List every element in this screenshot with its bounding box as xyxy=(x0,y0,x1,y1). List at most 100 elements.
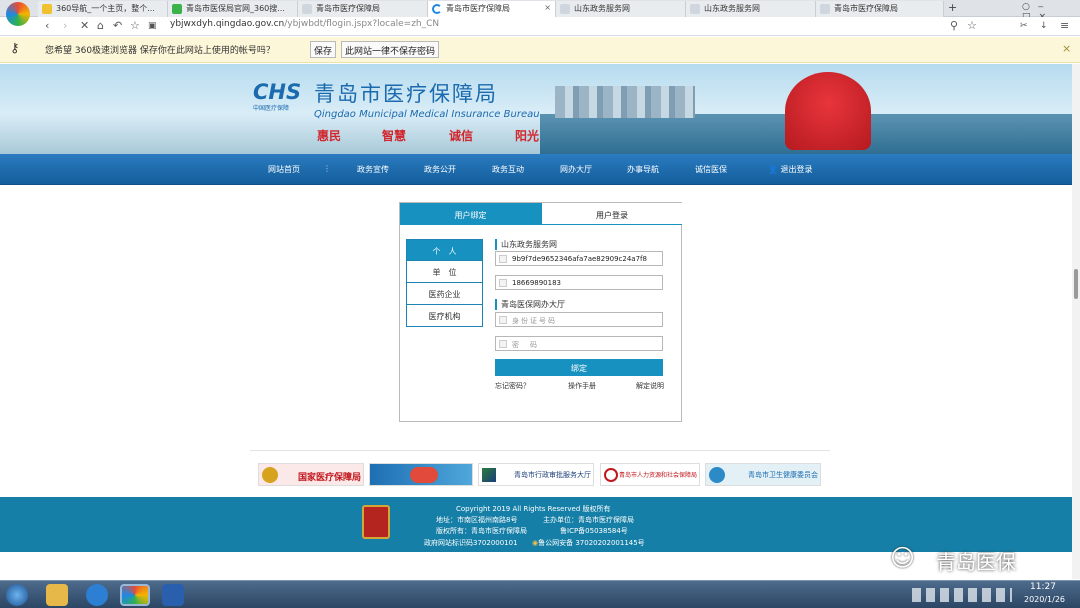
nav-publicity[interactable]: 政务宣传 xyxy=(357,164,389,175)
id-number-input[interactable]: 身份证号码 xyxy=(495,312,663,327)
word-icon[interactable] xyxy=(162,584,184,606)
start-button[interactable] xyxy=(6,584,28,606)
close-prompt-icon[interactable]: × xyxy=(1062,42,1071,55)
undo-icon[interactable]: ↶ xyxy=(113,19,122,32)
partner-banner-link[interactable] xyxy=(369,463,473,486)
tab-favicon-icon xyxy=(560,4,570,14)
logout-link[interactable]: 👤 退出登录 xyxy=(768,164,813,175)
health-logo-icon xyxy=(709,467,725,483)
partner-nhsa-link[interactable]: 国家医疗保障局 xyxy=(258,463,364,486)
nav-online-hall[interactable]: 网办大厅 xyxy=(560,164,592,175)
emblem-icon xyxy=(262,467,278,483)
account-field[interactable]: 9b9f7de9652346afa7ae82909c24a7f8 xyxy=(495,251,663,266)
browser-logo-icon[interactable] xyxy=(6,2,30,26)
tab-user-login[interactable]: 用户登录 xyxy=(541,203,682,225)
slogan-3: 诚信 xyxy=(449,129,474,143)
manual-link[interactable]: 操作手册 xyxy=(568,381,596,391)
id-card-icon xyxy=(499,316,507,324)
tab-shandong-2[interactable]: 山东政务服务网 xyxy=(686,1,816,17)
sogou-icon[interactable] xyxy=(86,584,108,606)
divider xyxy=(250,450,830,451)
chs-logo: CHS xyxy=(253,80,302,104)
url-input[interactable]: ybjwxdyh.qingdao.gov.cn/ybjwbdt/flogin.j… xyxy=(170,19,439,29)
city-skyline-image xyxy=(555,86,695,118)
close-tab-icon[interactable]: × xyxy=(544,3,551,12)
site-banner: CHS 中国医疗保障 青岛市医疗保障局 Qingdao Municipal Me… xyxy=(0,64,1080,154)
home-icon[interactable]: ⌂ xyxy=(97,19,104,32)
forgot-password-link[interactable]: 忘记密码？ xyxy=(495,381,530,391)
site-title-cn: 青岛市医疗保障局 xyxy=(314,82,498,106)
download-icon[interactable]: ↓ xyxy=(1040,21,1048,31)
phone-icon xyxy=(499,279,507,287)
page-scrollbar[interactable] xyxy=(1072,64,1080,579)
new-tab-button[interactable]: + xyxy=(948,1,957,14)
section-shandong: 山东政务服务网 xyxy=(495,239,557,250)
slogan-1: 惠民 xyxy=(317,129,342,143)
tab-favicon-icon xyxy=(302,4,312,14)
nav-interaction[interactable]: 政务互动 xyxy=(492,164,524,175)
user-icon xyxy=(499,255,507,263)
stop-icon[interactable]: ✕ xyxy=(80,19,89,32)
menu-icon[interactable]: ≡ xyxy=(1060,19,1069,32)
nav-home[interactable]: 网站首页 xyxy=(268,164,300,175)
partner-emblem-icon xyxy=(410,467,438,483)
favorite-icon[interactable]: ☆ xyxy=(967,19,977,32)
zoom-icon[interactable]: ⚲ xyxy=(950,19,958,32)
gov-badge-icon[interactable] xyxy=(362,505,390,539)
unbind-help-link[interactable]: 解定说明 xyxy=(636,381,664,391)
wechat-icon: ☺ xyxy=(890,544,916,572)
main-nav: 网站首页 ⋮ 政务宣传 政务公开 政务互动 网办大厅 办事导航 诚信医保 👤 退… xyxy=(0,154,1080,185)
bookmark-icon[interactable]: ☆ xyxy=(130,19,140,32)
user-type-menu: 个 人 单 位 医药企业 医疗机构 xyxy=(406,239,483,327)
phone-field[interactable]: 18669890183 xyxy=(495,275,663,290)
tab-favicon-icon xyxy=(172,4,182,14)
forward-icon[interactable]: › xyxy=(63,19,67,32)
tab-favicon-icon xyxy=(42,4,52,14)
site-title-en: Qingdao Municipal Medical Insurance Bure… xyxy=(314,109,540,120)
tab-bureau-1[interactable]: 青岛市医疗保障局 xyxy=(298,1,428,17)
user-type-pharma[interactable]: 医药企业 xyxy=(406,283,483,305)
footer-icp[interactable]: 鲁ICP备05038584号 xyxy=(560,526,628,536)
footer-owner: 版权所有：青岛市医疗保障局 xyxy=(436,527,527,535)
clock-date[interactable]: 2020/1/26 xyxy=(1024,595,1065,604)
nav-credit[interactable]: 诚信医保 xyxy=(695,164,727,175)
tab-shandong-1[interactable]: 山东政务服务网 xyxy=(556,1,686,17)
save-password-button[interactable]: 保存 xyxy=(310,41,337,58)
tools-icon[interactable]: ✂ xyxy=(1020,21,1028,31)
user-type-personal[interactable]: 个 人 xyxy=(406,239,483,261)
tab-bureau-active[interactable]: 青岛市医疗保障局 × xyxy=(428,1,556,17)
footer-police-record[interactable]: ◉鲁公网安备 37020202001145号 xyxy=(532,538,645,548)
tab-search[interactable]: 青岛市医保局官网_360搜... xyxy=(168,1,298,17)
hrss-logo-icon xyxy=(604,468,618,482)
tab-favicon-icon xyxy=(820,4,830,14)
user-type-medical[interactable]: 医疗机构 xyxy=(406,305,483,327)
never-save-button[interactable]: 此网站一律不保存密码 xyxy=(341,41,440,58)
address-bar: ‹ › ✕ ⌂ ↶ ☆ ▣ ybjwxdyh.qingdao.gov.cn/yb… xyxy=(0,17,1080,36)
clock-time[interactable]: 11:27 xyxy=(1030,582,1056,592)
nav-disclosure[interactable]: 政务公开 xyxy=(424,164,456,175)
partner-approval-hall-link[interactable]: 青岛市行政审批服务大厅 xyxy=(478,463,594,486)
chs-logo-sub: 中国医疗保障 xyxy=(253,105,290,112)
partner-hrss-link[interactable]: 青岛市人力资源和社会保障局 xyxy=(600,463,700,486)
page-info-icon[interactable]: ▣ xyxy=(148,21,157,31)
nav-guide[interactable]: 办事导航 xyxy=(627,164,659,175)
tab-user-bind[interactable]: 用户绑定 xyxy=(400,203,541,225)
nav-separator: ⋮ xyxy=(323,164,331,173)
user-type-company[interactable]: 单 位 xyxy=(406,261,483,283)
tab-bureau-2[interactable]: 青岛市医疗保障局 xyxy=(816,1,944,17)
approval-logo-icon xyxy=(482,468,496,482)
explorer-icon[interactable] xyxy=(46,584,68,606)
partner-health-commission-link[interactable]: 青岛市卫生健康委员会 xyxy=(705,463,821,486)
footer-copyright: Copyright 2019 All Rights Reserved 版权所有 xyxy=(456,505,611,513)
back-icon[interactable]: ‹ xyxy=(45,19,49,32)
scrollbar-thumb[interactable] xyxy=(1074,269,1078,299)
wechat-watermark: ☺ 青岛医保 xyxy=(890,542,1080,576)
footer-address: 地址：市南区福州南路8号 xyxy=(436,516,518,524)
bind-button[interactable]: 绑定 xyxy=(495,359,663,376)
watermark-text: 青岛医保 xyxy=(936,550,1016,574)
password-input[interactable]: 密 码 xyxy=(495,336,663,351)
system-tray-icons[interactable] xyxy=(912,588,1012,602)
key-icon: ⚷ xyxy=(10,41,20,56)
browser-taskbar-icon[interactable] xyxy=(120,584,150,606)
tab-360-home[interactable]: 360导航_一个主页，整个... xyxy=(38,1,168,17)
